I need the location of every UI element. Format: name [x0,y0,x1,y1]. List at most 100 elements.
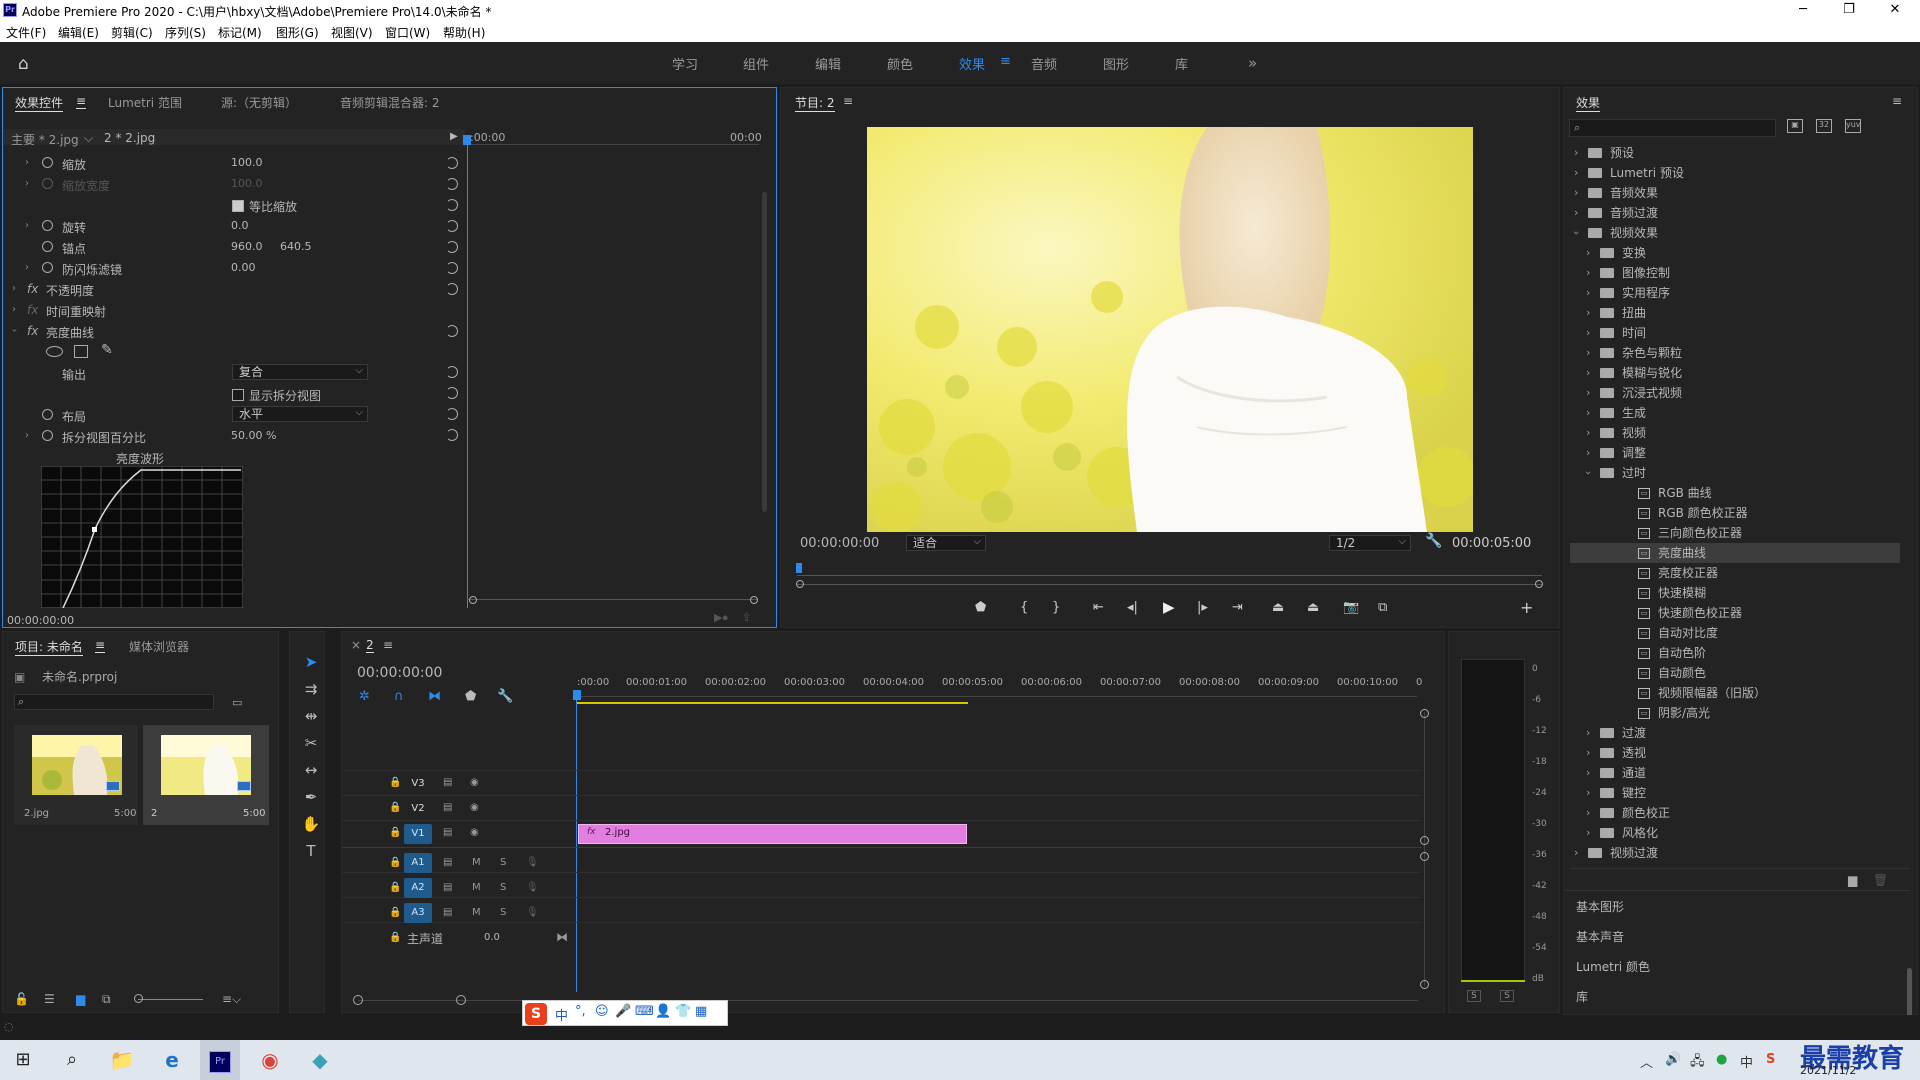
workspace-audio[interactable]: 音频 [1031,54,1057,73]
scale-value[interactable]: 100.0 [231,156,263,169]
reset-icon[interactable] [446,408,458,420]
sync-lock-icon[interactable]: ▤ [443,777,452,788]
tab-effect-controls[interactable]: 效果控件 [15,94,64,112]
volume-icon[interactable]: 🔊 [1665,1052,1681,1067]
voice-icon[interactable]: 🎤 [615,1004,631,1019]
reset-icon[interactable] [446,325,458,337]
lock-icon[interactable]: 🔒 [389,907,401,918]
add-marker-icon[interactable]: ⬟ [975,600,986,615]
expand-chevron-icon[interactable]: › [1586,323,1590,343]
panel-menu-icon[interactable]: ≡ [1892,94,1902,108]
network-icon[interactable]: 🖧 [1690,1052,1705,1074]
punctuation-icon[interactable]: °, [575,1004,586,1019]
effects-tree-item[interactable]: ▭ RGB 曲线 [1570,483,1900,503]
expand-chevron-icon[interactable]: › [1586,823,1590,843]
mic-icon[interactable]: 🎙 [526,882,539,893]
scroll-handle[interactable] [1420,709,1429,718]
tab-sequence[interactable]: 2 [366,638,374,653]
collapse-chevron-icon[interactable]: › [1566,231,1586,235]
effects-tree-item[interactable]: ▭ 阴影/高光 [1570,703,1900,723]
yuv-effects-icon[interactable]: yuv [1845,119,1861,133]
search-icon[interactable]: ⌕ [52,1040,92,1080]
reset-icon[interactable] [446,366,458,378]
workspace-menu-icon[interactable]: ≡ [1000,54,1011,69]
stopwatch-icon[interactable] [42,220,53,231]
lock-icon[interactable]: 🔒 [389,827,401,838]
reset-icon[interactable] [446,387,458,399]
mark-out-icon[interactable]: } [1052,600,1060,615]
work-area-bar[interactable] [577,702,968,704]
effects-tree-item[interactable]: › 沉浸式视频 [1570,383,1900,403]
effects-tree-item[interactable]: › 视频效果 [1570,223,1900,243]
solo-button[interactable]: S [500,882,506,893]
tray-up-icon[interactable]: ︿ [1640,1052,1653,1071]
tab-lumetri-scopes[interactable]: Lumetri 范围 [108,94,182,111]
button-editor-icon[interactable]: + [1520,598,1533,617]
sync-lock-icon[interactable]: ▤ [443,802,452,813]
luma-curve-graph[interactable] [41,466,243,608]
user-icon[interactable]: 👤 [655,1004,671,1019]
track-target-a3[interactable]: A3 [404,903,432,923]
sort-icon[interactable]: ≡⌵ [222,992,241,1007]
effects-tree-item[interactable]: › 音频效果 [1570,183,1900,203]
effects-tree-item[interactable]: ▭ 自动颜色 [1570,663,1900,683]
panel-menu-icon[interactable]: ≡ [95,638,106,653]
effects-tree-item[interactable]: › 生成 [1570,403,1900,423]
effects-tree-item[interactable]: ▭ 快速模糊 [1570,583,1900,603]
expand-chevron-icon[interactable]: › [1586,343,1590,363]
track-target-a1[interactable]: A1 [404,853,432,873]
new-search-bin-icon[interactable]: ▭ [232,696,242,709]
scroll-handle[interactable] [1420,836,1429,845]
menu-window[interactable]: 窗口(W) [385,24,430,41]
icon-view-icon[interactable]: ▆ [76,992,85,1006]
menu-help[interactable]: 帮助(H) [443,24,485,41]
export-frame-icon[interactable]: 📷 [1343,600,1359,615]
anti-flicker-value[interactable]: 0.00 [231,261,256,274]
more-workspaces-icon[interactable]: » [1248,54,1257,72]
workspace-graphics[interactable]: 图形 [1103,54,1129,73]
play-icon[interactable]: ▶ [1163,598,1175,616]
zoom-slider[interactable] [138,999,203,1000]
menu-file[interactable]: 文件(F) [6,24,46,41]
effects-tree-item[interactable]: › 键控 [1570,783,1900,803]
wrench-icon[interactable]: 🔧 [1425,533,1442,549]
effects-tree-item[interactable]: › 时间 [1570,323,1900,343]
effects-tree-item[interactable]: ▭ 亮度校正器 [1570,563,1900,583]
lock-icon[interactable]: 🔒 [389,932,401,943]
accelerated-effects-icon[interactable]: ▣ [1787,119,1803,133]
fx-badge-icon[interactable]: fx [27,282,38,296]
expand-chevron-icon[interactable]: › [1586,783,1590,803]
stopwatch-icon[interactable] [42,157,53,168]
expand-chevron-icon[interactable]: › [1586,743,1590,763]
edge-browser-icon[interactable]: e [152,1040,192,1080]
snap-icon[interactable]: ∩ [394,689,404,704]
ec-playhead[interactable] [467,138,468,608]
effects-tree-item[interactable]: ▭ 自动色阶 [1570,643,1900,663]
extract-icon[interactable]: ⏏ [1307,600,1319,615]
new-bin-icon[interactable]: ▆ [1848,873,1857,887]
track-target-v2[interactable]: V2 [404,799,432,819]
close-button[interactable]: ✕ [1872,0,1918,20]
expand-chevron-icon[interactable]: › [1574,183,1578,203]
zoom-handle[interactable] [796,580,804,588]
lock-icon[interactable]: 🔒 [389,777,401,788]
mute-button[interactable]: M [472,857,481,868]
freeform-view-icon[interactable]: ⧉ [102,992,111,1007]
timeline-timecode[interactable]: 00:00:00:00 [357,665,442,681]
home-icon[interactable]: ⌂ [18,54,29,74]
tab-media-browser[interactable]: 媒体浏览器 [129,638,189,655]
stopwatch-icon[interactable] [42,430,53,441]
program-timecode[interactable]: 00:00:00:00 [800,536,879,551]
expand-chevron-icon[interactable]: › [25,157,29,168]
zoom-handle[interactable] [750,596,758,604]
timeline-playhead-handle[interactable] [573,690,581,700]
scroll-handle[interactable] [1420,980,1429,989]
libraries-tab[interactable]: 库 [1576,988,1588,1005]
sync-lock-icon[interactable]: ▤ [443,827,452,838]
essential-sound-tab[interactable]: 基本声音 [1576,928,1624,945]
reset-icon[interactable] [446,199,458,211]
effects-tree-item[interactable]: ▭ 视频限幅器（旧版） [1570,683,1900,703]
collapse-chevron-icon[interactable]: › [9,329,20,333]
minimize-button[interactable]: ─ [1780,0,1826,20]
rectangle-mask-icon[interactable] [74,345,88,358]
